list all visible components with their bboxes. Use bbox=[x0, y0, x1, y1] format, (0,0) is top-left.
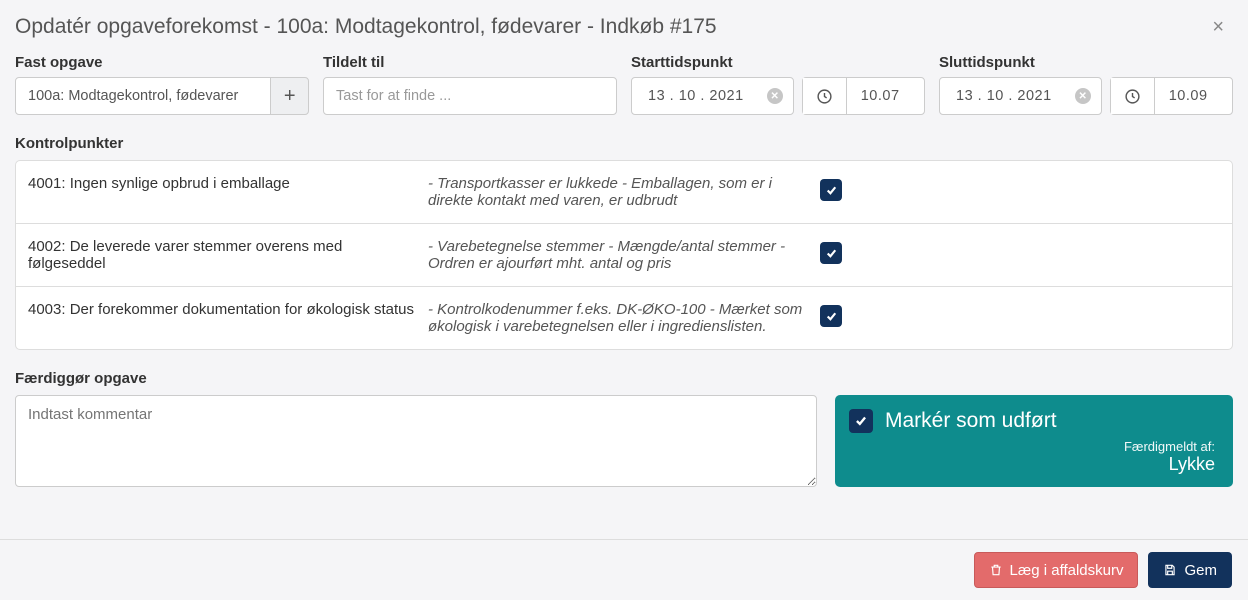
start-date-text: 13 . 10 . 2021 bbox=[648, 88, 744, 104]
check-icon bbox=[854, 414, 868, 428]
assigned-input[interactable] bbox=[323, 77, 617, 115]
check-icon bbox=[825, 184, 838, 197]
done-user: Lykke bbox=[849, 454, 1215, 475]
end-date-text: 13 . 10 . 2021 bbox=[956, 88, 1052, 104]
clear-end-date-icon[interactable]: ✕ bbox=[1075, 88, 1091, 104]
clear-start-date-icon[interactable]: ✕ bbox=[767, 88, 783, 104]
check-icon bbox=[825, 310, 838, 323]
checkpoint-desc: - Transportkasser er lukkede - Emballage… bbox=[428, 175, 820, 209]
table-row: 4001: Ingen synlige opbrud i emballage -… bbox=[16, 161, 1232, 224]
done-panel: Markér som udført Færdigmeldt af: Lykke bbox=[835, 395, 1233, 487]
checkpoint-check-cell bbox=[820, 175, 1220, 201]
done-meta: Færdigmeldt af: bbox=[849, 439, 1215, 454]
start-dt-group: 13 . 10 . 2021 ✕ 10.07 bbox=[631, 77, 925, 115]
start-label: Starttidspunkt bbox=[631, 54, 925, 71]
modal-footer: Læg i affaldskurv Gem bbox=[0, 539, 1248, 600]
checkpoint-desc: - Kontrolkodenummer f.eks. DK-ØKO-100 - … bbox=[428, 301, 820, 335]
end-time-text: 10.09 bbox=[1155, 88, 1208, 104]
trash-button[interactable]: Læg i affaldskurv bbox=[974, 552, 1139, 588]
checkpoints-table: 4001: Ingen synlige opbrud i emballage -… bbox=[15, 160, 1233, 350]
table-row: 4002: De leverede varer stemmer overens … bbox=[16, 224, 1232, 287]
plus-icon: + bbox=[284, 85, 296, 108]
task-label: Fast opgave bbox=[15, 54, 309, 71]
field-end: Sluttidspunkt 13 . 10 . 2021 ✕ 10.09 bbox=[939, 54, 1233, 115]
close-icon[interactable]: × bbox=[1208, 16, 1228, 39]
end-time-input[interactable]: 10.09 bbox=[1110, 77, 1233, 115]
checkpoint-check-cell bbox=[820, 238, 1220, 264]
end-date-input[interactable]: 13 . 10 . 2021 ✕ bbox=[939, 77, 1102, 115]
checkpoint-checkbox[interactable] bbox=[820, 179, 842, 201]
complete-heading: Færdiggør opgave bbox=[15, 370, 1233, 387]
clock-icon bbox=[1111, 78, 1155, 114]
check-icon bbox=[825, 247, 838, 260]
checkpoint-checkbox[interactable] bbox=[820, 242, 842, 264]
fields-row: Fast opgave + Tildelt til Starttidspunkt… bbox=[15, 54, 1233, 115]
clock-icon bbox=[803, 78, 847, 114]
start-time-text: 10.07 bbox=[847, 88, 900, 104]
complete-row: Markér som udført Færdigmeldt af: Lykke bbox=[15, 395, 1233, 487]
done-checkbox[interactable] bbox=[849, 409, 873, 433]
save-button-label: Gem bbox=[1184, 562, 1217, 579]
trash-icon bbox=[989, 563, 1003, 577]
checkpoint-checkbox[interactable] bbox=[820, 305, 842, 327]
comment-input[interactable] bbox=[15, 395, 817, 487]
end-dt-group: 13 . 10 . 2021 ✕ 10.09 bbox=[939, 77, 1233, 115]
field-task: Fast opgave + bbox=[15, 54, 309, 115]
field-start: Starttidspunkt 13 . 10 . 2021 ✕ 10.07 bbox=[631, 54, 925, 115]
save-icon bbox=[1163, 563, 1177, 577]
modal-title: Opdatér opgaveforekomst - 100a: Modtagek… bbox=[15, 15, 717, 39]
add-task-button[interactable]: + bbox=[270, 77, 309, 115]
table-row: 4003: Der forekommer dokumentation for ø… bbox=[16, 287, 1232, 349]
modal-body: Fast opgave + Tildelt til Starttidspunkt… bbox=[0, 54, 1248, 502]
checkpoints-heading: Kontrolpunkter bbox=[15, 135, 1233, 152]
checkpoint-check-cell bbox=[820, 301, 1220, 327]
field-assigned: Tildelt til bbox=[323, 54, 617, 115]
modal-header: Opdatér opgaveforekomst - 100a: Modtagek… bbox=[0, 0, 1248, 54]
checkpoint-name: 4003: Der forekommer dokumentation for ø… bbox=[28, 301, 428, 318]
checkpoint-name: 4002: De leverede varer stemmer overens … bbox=[28, 238, 428, 272]
assigned-label: Tildelt til bbox=[323, 54, 617, 71]
done-top: Markér som udført bbox=[849, 409, 1215, 433]
start-date-input[interactable]: 13 . 10 . 2021 ✕ bbox=[631, 77, 794, 115]
modal: Opdatér opgaveforekomst - 100a: Modtagek… bbox=[0, 0, 1248, 600]
start-time-input[interactable]: 10.07 bbox=[802, 77, 925, 115]
task-input-group: + bbox=[15, 77, 309, 115]
checkpoint-name: 4001: Ingen synlige opbrud i emballage bbox=[28, 175, 428, 192]
save-button[interactable]: Gem bbox=[1148, 552, 1232, 588]
end-label: Sluttidspunkt bbox=[939, 54, 1233, 71]
task-input[interactable] bbox=[15, 77, 274, 115]
checkpoint-desc: - Varebetegnelse stemmer - Mængde/antal … bbox=[428, 238, 820, 272]
done-label: Markér som udført bbox=[885, 409, 1057, 433]
trash-button-label: Læg i affaldskurv bbox=[1010, 562, 1124, 579]
